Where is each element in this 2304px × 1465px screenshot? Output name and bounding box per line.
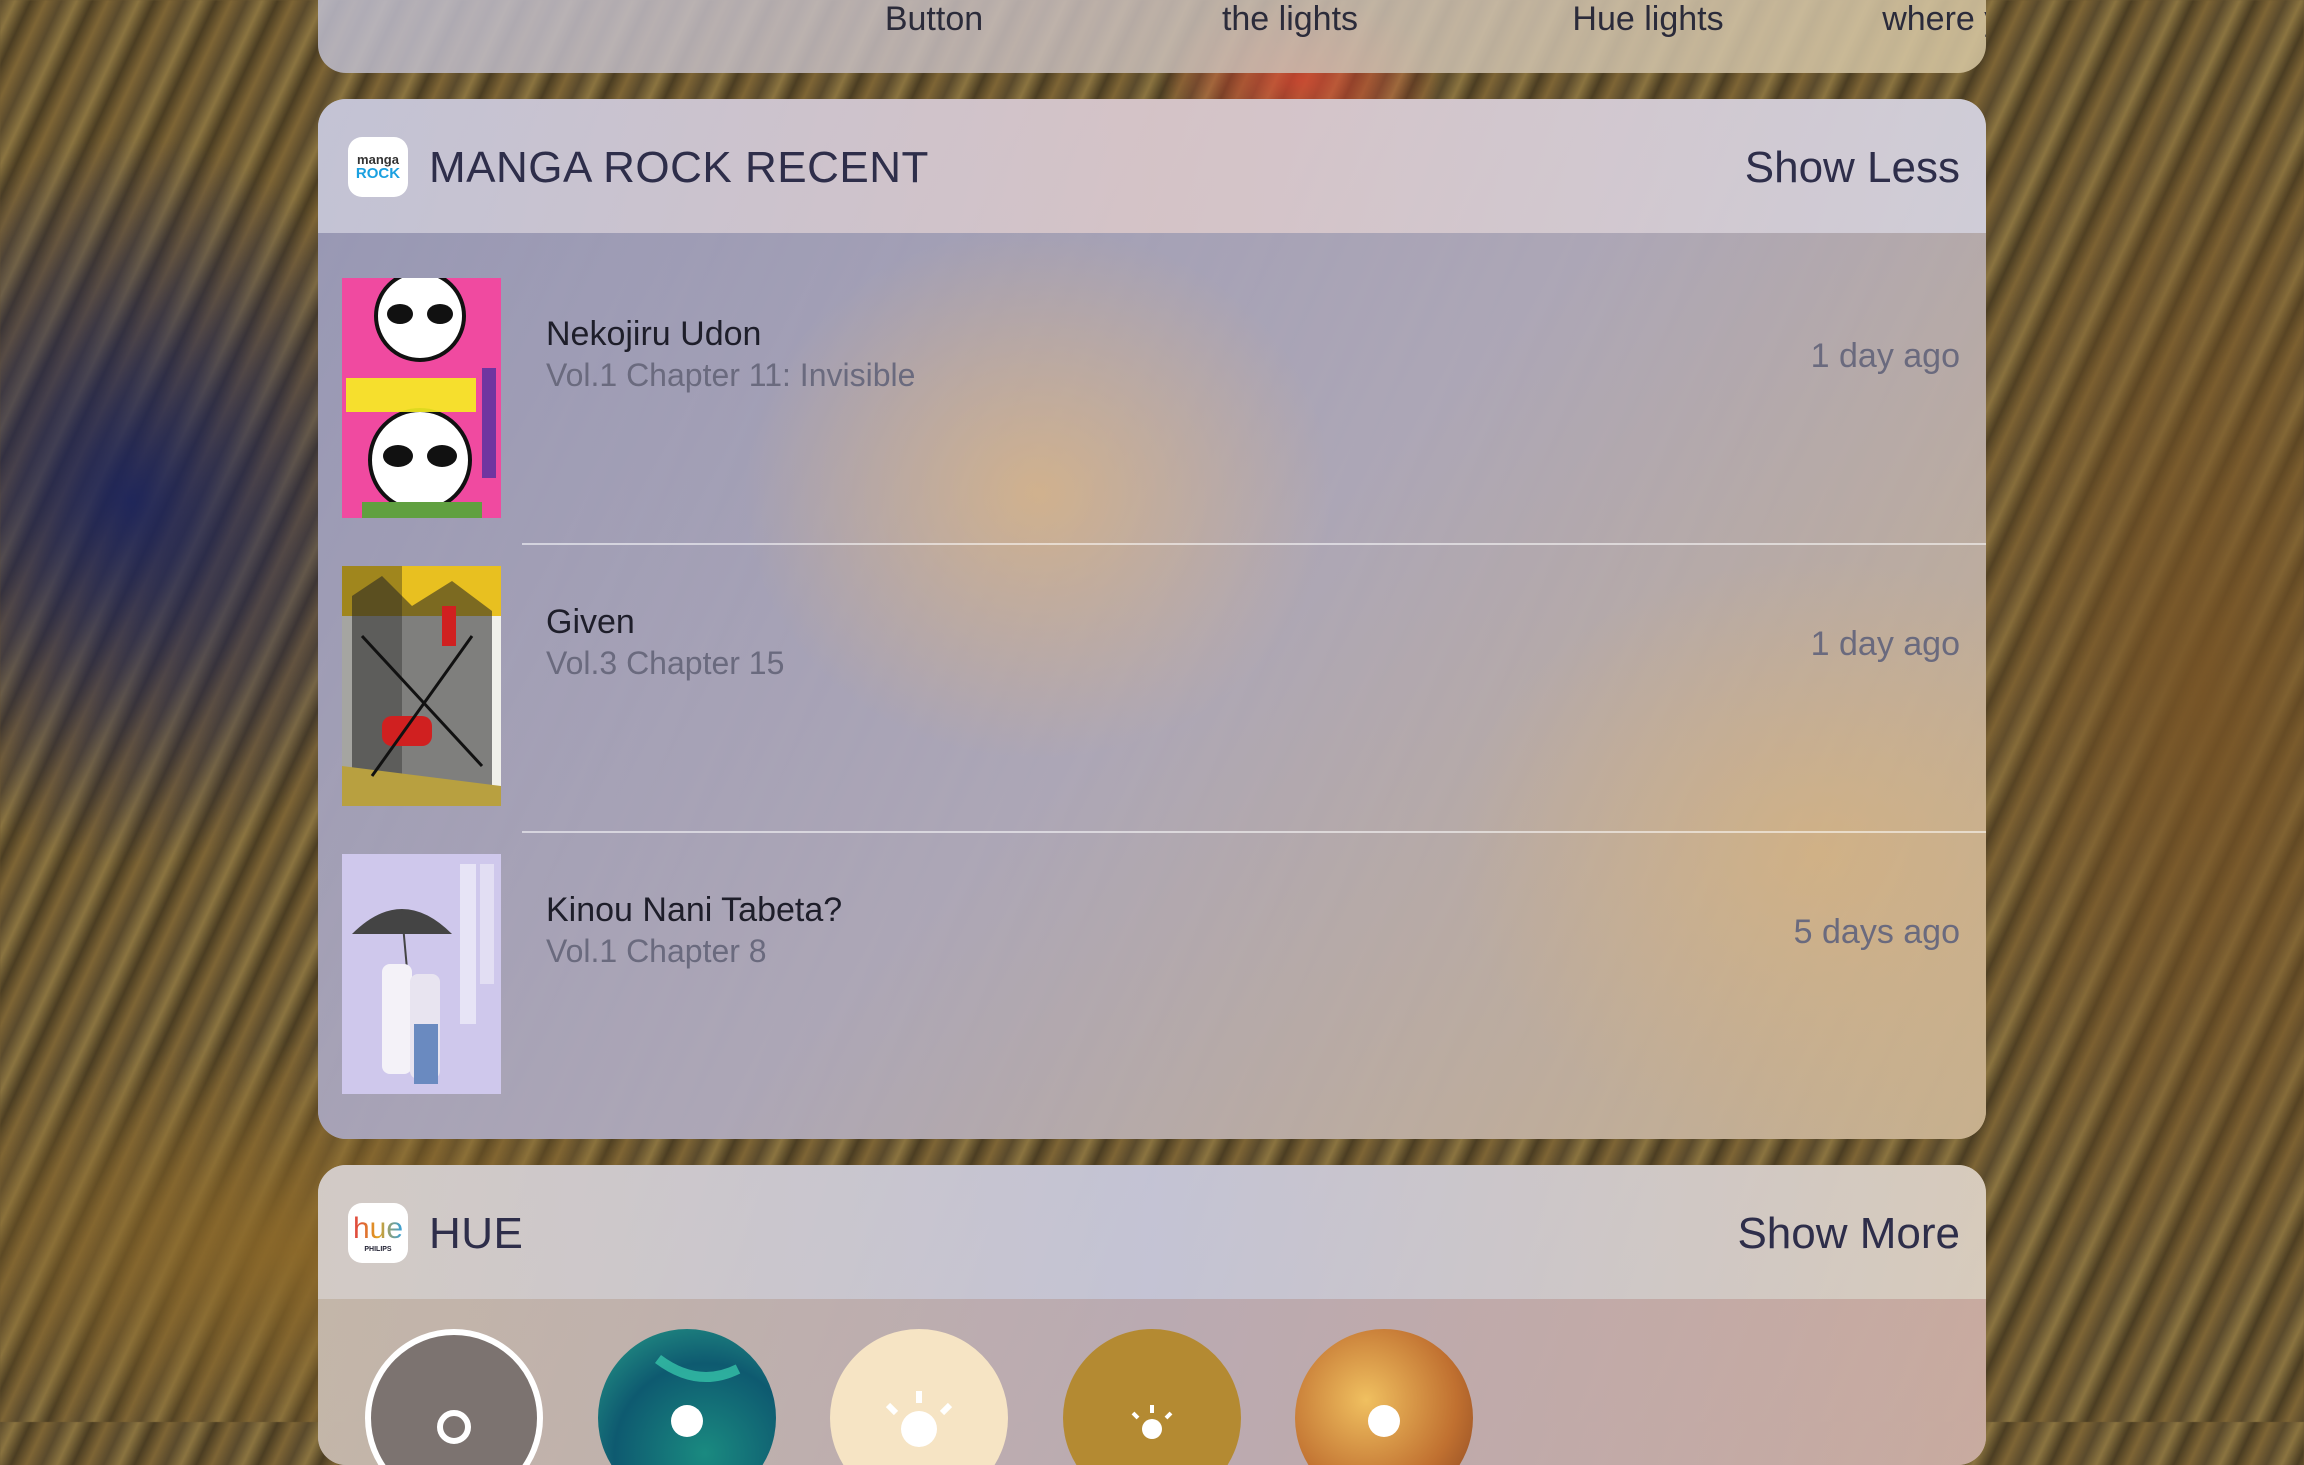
manga-title: Given — [546, 603, 635, 641]
manga-timestamp: 1 day ago — [1810, 625, 1960, 663]
manga-rock-widget: manga ROCK MANGA ROCK RECENT Show Less N… — [318, 99, 1986, 1139]
manga-cover — [342, 854, 501, 1094]
manga-title: Kinou Nani Tabeta? — [546, 891, 843, 929]
show-less-button[interactable]: Show Less — [1745, 143, 1960, 193]
shortcut-label[interactable]: Button — [784, 0, 1084, 39]
manga-rock-app-icon: manga ROCK — [348, 137, 408, 197]
list-item[interactable]: Given Vol.3 Chapter 15 1 day ago — [318, 521, 1986, 809]
hue-widget-title: HUE — [429, 1209, 524, 1258]
show-more-button[interactable]: Show More — [1737, 1209, 1960, 1259]
manga-cover — [342, 278, 501, 518]
manga-title: Nekojiru Udon — [546, 315, 762, 353]
hue-widget-header[interactable]: hue PHILIPS HUE Show More — [318, 1165, 1986, 1299]
manga-chapter: Vol.1 Chapter 8 — [546, 933, 767, 969]
shortcut-label[interactable]: where you wer... — [1856, 0, 1986, 39]
manga-widget-header[interactable]: manga ROCK MANGA ROCK RECENT Show Less — [318, 99, 1986, 233]
manga-timestamp: 1 day ago — [1810, 337, 1960, 375]
hue-widget: hue PHILIPS HUE Show More — [318, 1165, 1986, 1465]
manga-widget-title: MANGA ROCK RECENT — [429, 143, 929, 192]
lightbulb-icon — [437, 1410, 471, 1444]
manga-timestamp: 5 days ago — [1793, 913, 1960, 951]
hue-app-icon: hue PHILIPS — [348, 1203, 408, 1263]
list-item[interactable]: Kinou Nani Tabeta? Vol.1 Chapter 8 5 day… — [318, 809, 1986, 1097]
shortcut-label[interactable]: Hue lights — [1498, 0, 1798, 39]
list-item[interactable]: Nekojiru Udon Vol.1 Chapter 11: Invisibl… — [318, 233, 1986, 521]
manga-chapter: Vol.3 Chapter 15 — [546, 645, 785, 681]
manga-chapter: Vol.1 Chapter 11: Invisible — [546, 357, 916, 393]
previous-widget: Button the lights Hue lights where you w… — [318, 0, 1986, 73]
shortcut-label[interactable]: the lights — [1140, 0, 1440, 39]
manga-cover — [342, 566, 501, 806]
